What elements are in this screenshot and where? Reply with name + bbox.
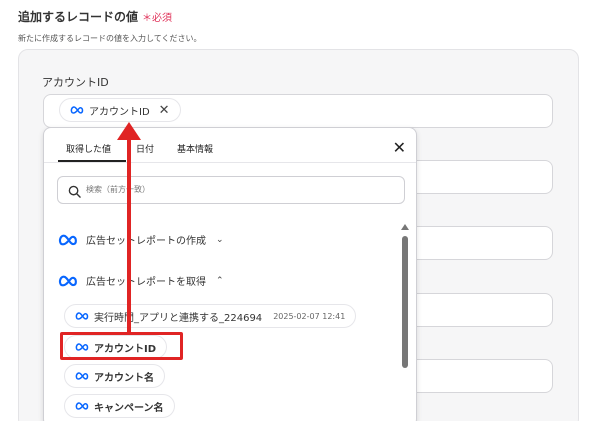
group-label: 広告セットレポートの作成: [86, 236, 206, 247]
scroll-up-icon[interactable]: [401, 224, 409, 230]
group-create-adset-report[interactable]: 広告セットレポートの作成 ⌄: [58, 232, 224, 247]
search-input[interactable]: 検索（前方一致）: [57, 176, 405, 204]
selected-value-chip[interactable]: アカウントID ✕: [59, 98, 181, 122]
group-get-adset-report[interactable]: 広告セットレポートを取得 ⌃: [58, 273, 224, 288]
chip-label: アカウントID: [89, 106, 150, 118]
section-title: 追加するレコードの値 ＊必須: [18, 8, 172, 25]
close-icon[interactable]: ✕: [393, 138, 406, 157]
meta-logo-icon: [75, 343, 89, 351]
meta-logo-icon: [75, 372, 89, 380]
value-item-account-name[interactable]: アカウント名: [64, 364, 165, 388]
section-title-text: 追加するレコードの値: [18, 10, 139, 24]
chevron-up-icon: ⌃: [216, 275, 224, 286]
meta-logo-icon: [58, 275, 78, 287]
meta-logo-icon: [58, 234, 78, 246]
item-label: アカウント名: [94, 372, 154, 384]
item-label: アカウントID: [94, 343, 157, 355]
item-date: 2025-02-07 12:41: [273, 311, 346, 321]
scrollbar-thumb[interactable]: [402, 236, 408, 368]
annotation-arrow-shaft: [127, 126, 131, 332]
tab-divider: [44, 162, 416, 163]
scrollbar[interactable]: [401, 224, 409, 421]
required-badge: ＊必須: [142, 13, 173, 24]
tab-date[interactable]: 日付: [136, 142, 154, 155]
remove-chip-icon[interactable]: ✕: [159, 103, 170, 118]
field-label-account-id: アカウントID: [42, 76, 109, 89]
value-item-account-id[interactable]: アカウントID: [64, 335, 168, 359]
value-item-campaign-name[interactable]: キャンペーン名: [64, 394, 175, 418]
value-item-execution-time[interactable]: 実行時間_アプリと連携する_224694 2025-02-07 12:41: [64, 304, 357, 328]
group-label: 広告セットレポートを取得: [86, 277, 206, 288]
meta-logo-icon: [75, 402, 89, 410]
meta-logo-icon: [75, 312, 89, 320]
tab-acquired-values[interactable]: 取得した値: [66, 142, 111, 155]
section-description: 新たに作成するレコードの値を入力してください。: [18, 34, 202, 43]
item-label: キャンペーン名: [94, 402, 164, 414]
item-label: 実行時間_アプリと連携する_224694: [94, 312, 263, 324]
annotation-arrow-head: [117, 122, 141, 140]
search-icon: [68, 183, 81, 202]
meta-logo-icon: [70, 106, 84, 114]
chevron-down-icon: ⌄: [216, 234, 224, 245]
tab-basic-info[interactable]: 基本情報: [177, 142, 213, 155]
value-picker-popup: 取得した値 日付 基本情報 ✕ 検索（前方一致） 広告セットレポートの作成 ⌄ …: [43, 127, 417, 421]
search-placeholder: 検索（前方一致）: [86, 185, 150, 194]
